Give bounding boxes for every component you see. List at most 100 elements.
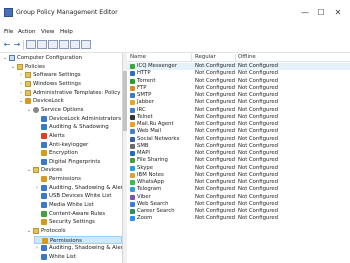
list-row[interactable]: Web Search Not Configured Not Configured xyxy=(127,201,350,208)
list-row[interactable]: Telnet Not Configured Not Configured xyxy=(127,114,350,121)
tree-node[interactable]: ⌄ Policies xyxy=(10,63,122,71)
properties-icon[interactable] xyxy=(59,40,69,49)
tree-node[interactable]: ⌄ Computer Configuration xyxy=(2,54,122,62)
column-divider[interactable] xyxy=(191,54,192,61)
up-folder-icon[interactable] xyxy=(26,40,36,49)
expand-toggle-icon[interactable]: ⌄ xyxy=(26,227,32,235)
export-list-icon[interactable] xyxy=(48,40,58,49)
refresh-icon[interactable] xyxy=(70,40,80,49)
column-regular[interactable]: Regular xyxy=(195,53,216,62)
offline-status: Not Configured xyxy=(238,99,278,106)
expand-toggle-icon[interactable]: › xyxy=(34,184,40,192)
blue-icon xyxy=(41,115,47,122)
tree-node[interactable]: Anti-keylogger xyxy=(34,141,122,149)
protocol-icon xyxy=(130,158,135,164)
column-name[interactable]: Name xyxy=(130,53,146,62)
column-divider[interactable] xyxy=(235,54,236,61)
protocol-name: Jabber xyxy=(137,99,154,106)
menu-file[interactable]: File xyxy=(4,28,13,37)
list-row[interactable]: Zoom Not Configured Not Configured xyxy=(127,215,350,222)
app-icon xyxy=(4,8,13,17)
menu-help[interactable]: Help xyxy=(60,28,73,37)
protocol-icon xyxy=(130,114,135,120)
tree-node[interactable]: › Administrative Templates: Policy defir xyxy=(18,89,122,97)
menu-action[interactable]: Action xyxy=(18,28,36,37)
protocol-name: Mail.Ru Agent xyxy=(137,121,174,127)
list-row[interactable]: Skype Not Configured Not Configured xyxy=(127,165,350,172)
list-row[interactable]: Viber Not Configured Not Configured xyxy=(127,194,350,201)
protocol-name: Social Networks xyxy=(137,135,180,142)
list-row[interactable]: IRC Not Configured Not Configured xyxy=(127,107,350,114)
details-list[interactable]: Name ^ Regular Offline ICQ Messenger Not … xyxy=(127,53,350,263)
tree-node[interactable]: Alerts xyxy=(34,132,122,140)
list-row[interactable]: Web Mail Not Configured Not Configured xyxy=(127,128,350,135)
list-row[interactable]: Mail.Ru Agent Not Configured Not Configure… xyxy=(127,121,350,128)
tree-node[interactable]: Permissions xyxy=(34,235,122,244)
tree-node[interactable]: › Auditing, Shadowing & Alerts xyxy=(34,244,122,252)
tree-node[interactable]: Security Settings xyxy=(34,218,122,226)
list-row[interactable]: WhatsApp Not Configured Not Configured xyxy=(127,179,350,186)
show-tree-icon[interactable] xyxy=(37,40,47,49)
list-row[interactable]: HTTP Not Configured Not Configured xyxy=(127,70,350,77)
expand-toggle-icon[interactable]: › xyxy=(18,89,24,97)
tree-node[interactable]: ⌄ Service Options xyxy=(26,106,122,114)
tree-node[interactable]: › Software Settings xyxy=(18,71,122,79)
tree-node[interactable]: Digital Fingerprints xyxy=(34,158,122,166)
list-row[interactable]: SMB Not Configured Not Configured xyxy=(127,143,350,150)
expand-toggle-icon[interactable]: › xyxy=(18,80,24,88)
regular-status: Not Configured xyxy=(195,92,235,98)
expand-toggle-icon[interactable]: ⌄ xyxy=(26,106,32,114)
expand-toggle-icon[interactable]: ⌄ xyxy=(26,166,32,174)
tree-node[interactable]: White List xyxy=(34,253,122,261)
tree-node[interactable]: Media White List xyxy=(34,201,122,209)
tree-node-label: White List xyxy=(49,253,76,260)
tree-node[interactable]: Auditing & Shadowing xyxy=(34,123,122,131)
offline-status: Not Configured xyxy=(238,121,278,127)
minimize-button[interactable]: — xyxy=(298,7,312,19)
protocol-name: Web Mail xyxy=(137,128,161,135)
list-row[interactable]: Torrent Not Configured Not Configured xyxy=(127,78,350,85)
back-icon[interactable]: ← xyxy=(2,40,12,49)
protocol-icon xyxy=(130,136,135,142)
tree-node[interactable]: ⌄ DeviceLock xyxy=(18,97,122,105)
tree-node[interactable]: ⌄ Devices xyxy=(26,166,122,174)
tree-node-label: Alerts xyxy=(49,132,65,139)
protocol-icon xyxy=(130,78,135,84)
help-icon[interactable] xyxy=(81,40,91,49)
column-offline[interactable]: Offline xyxy=(238,53,256,62)
tree-node[interactable]: ⌄ Protocols xyxy=(26,227,122,235)
expand-toggle-icon[interactable]: ⌄ xyxy=(18,97,24,105)
list-row[interactable]: FTP Not Configured Not Configured xyxy=(127,85,350,92)
list-row[interactable]: SMTP Not Configured Not Configured xyxy=(127,92,350,99)
expand-toggle-icon[interactable]: ⌄ xyxy=(10,63,16,71)
list-row[interactable]: Jabber Not Configured Not Configured xyxy=(127,99,350,106)
offline-status: Not Configured xyxy=(238,92,278,98)
close-button[interactable]: ✕ xyxy=(331,7,345,19)
tree-node[interactable]: DeviceLock Administrators xyxy=(34,115,122,123)
list-row[interactable]: Career Search Not Configured Not Configure… xyxy=(127,208,350,215)
list-row[interactable]: ICQ Messenger Not Configured Not Configure… xyxy=(127,63,350,71)
expand-toggle-icon[interactable]: › xyxy=(18,71,24,79)
protocol-name: SMB xyxy=(137,142,149,149)
list-row[interactable]: Social Networks Not Configured Not Configu… xyxy=(127,136,350,143)
tree-node[interactable]: Encryption xyxy=(34,149,122,157)
maximize-button[interactable]: ☐ xyxy=(314,7,328,19)
regular-status: Not Configured xyxy=(195,84,235,91)
green-icon xyxy=(41,210,47,217)
tree-node[interactable]: › Auditing, Shadowing & Alerts xyxy=(34,184,122,192)
list-row[interactable]: Telegram Not Configured Not Configured xyxy=(127,186,350,193)
tree-node[interactable]: USB Devices White List xyxy=(34,192,122,200)
expand-toggle-icon[interactable]: › xyxy=(34,244,40,252)
menu-view[interactable]: View xyxy=(41,28,54,37)
expand-toggle-icon[interactable]: ⌄ xyxy=(2,54,8,62)
tree-node[interactable]: Content-Aware Rules xyxy=(34,210,122,218)
tree-node[interactable]: Permissions xyxy=(34,175,122,183)
tree-node[interactable]: › Windows Settings xyxy=(18,80,122,88)
list-row[interactable]: MAPI Not Configured Not Configured xyxy=(127,150,350,157)
list-row[interactable]: File Sharing Not Configured Not Configured xyxy=(127,157,350,164)
tree-node-label: Windows Settings xyxy=(33,80,81,87)
regular-status: Not Configured xyxy=(195,150,235,156)
console-tree[interactable]: ⌄ Computer Configuration ⌄ Policies › Softwar… xyxy=(0,53,123,263)
list-row[interactable]: IBM Notes Not Configured Not Configured xyxy=(127,172,350,179)
forward-icon[interactable]: → xyxy=(12,40,22,49)
